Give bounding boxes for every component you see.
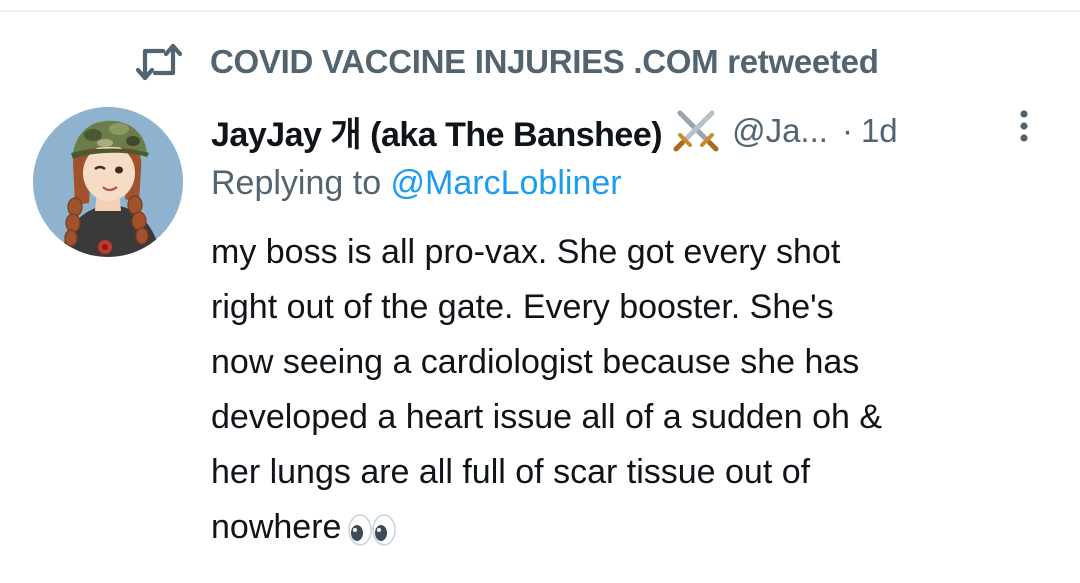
divider	[0, 10, 1080, 12]
tweet-text: my boss is all pro-vax. She got every sh…	[211, 225, 1051, 555]
author-handle[interactable]: @Ja...	[732, 112, 828, 150]
author-display-name[interactable]: JayJay 개 (aka The Banshee)	[211, 107, 663, 156]
tweet-text-last-line: nowhere	[211, 500, 1051, 555]
retweet-icon	[136, 42, 182, 82]
tweet-header: JayJay 개 (aka The Banshee) @Ja... · 1d	[211, 106, 1051, 156]
retweet-context[interactable]: COVID VACCINE INJURIES .COM retweeted	[136, 40, 879, 84]
tweet-text-line: nowhere	[211, 508, 342, 546]
replying-prefix: Replying to	[211, 164, 391, 202]
tweet-text-line: her lungs are all full of scar tissue ou…	[211, 453, 811, 491]
tweet-timestamp[interactable]: 1d	[861, 112, 898, 150]
crossed-swords-icon	[672, 107, 720, 155]
tweet-page: COVID VACCINE INJURIES .COM retweeted Ja…	[0, 0, 1080, 583]
tweet-text-line: developed a heart issue all of a sudden …	[211, 398, 883, 436]
avatar[interactable]	[33, 107, 183, 257]
retweet-label[interactable]: COVID VACCINE INJURIES .COM retweeted	[210, 43, 879, 81]
tweet-text-line: my boss is all pro-vax. She got every sh…	[211, 233, 841, 271]
tweet-text-line: right out of the gate. Every booster. Sh…	[211, 288, 834, 326]
more-vertical-icon[interactable]	[1017, 108, 1031, 148]
separator-dot: ·	[841, 112, 853, 149]
tweet-text-line: now seeing a cardiologist because she ha…	[211, 343, 860, 381]
replying-to: Replying to @MarcLobliner	[211, 164, 622, 203]
replying-to-mention[interactable]: @MarcLobliner	[391, 164, 622, 202]
eyes-emoji-icon	[347, 509, 397, 546]
